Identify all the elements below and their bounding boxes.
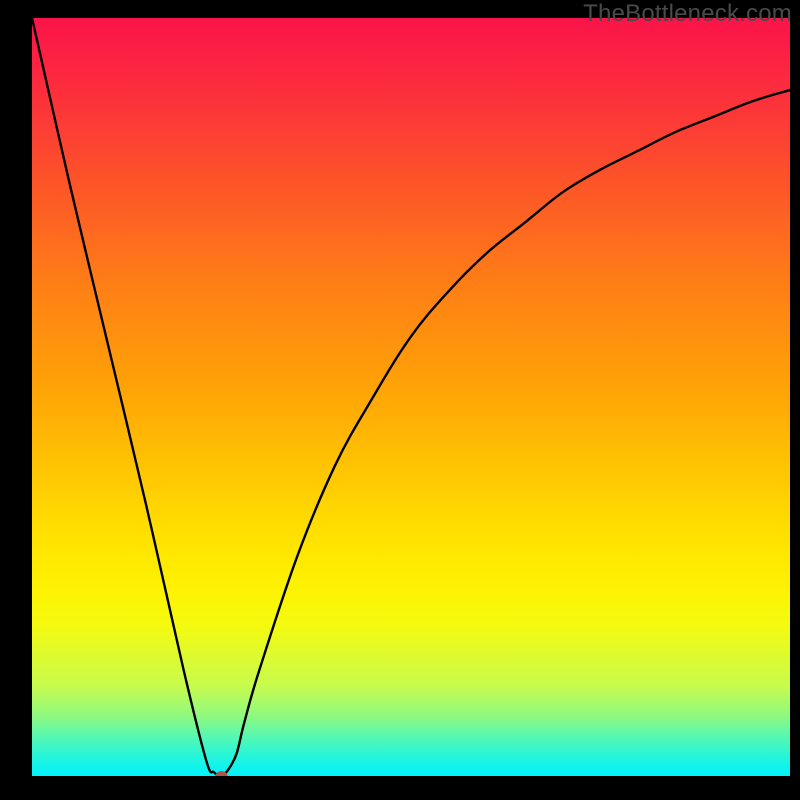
- chart-svg: [32, 18, 790, 776]
- watermark-label: TheBottleneck.com: [583, 0, 792, 28]
- chart-stage: TheBottleneck.com: [0, 0, 800, 800]
- curve-path: [32, 18, 790, 776]
- chart-plot-area: [32, 18, 790, 776]
- bottleneck-curve: [32, 18, 790, 776]
